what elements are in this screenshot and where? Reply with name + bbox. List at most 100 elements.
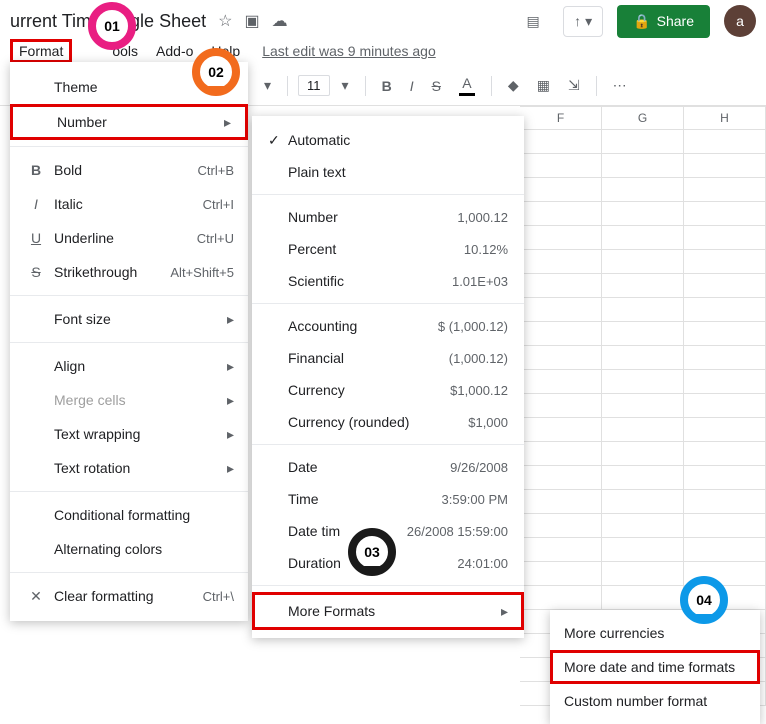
cell[interactable] [602, 562, 684, 586]
nm-more-formats[interactable]: More Formats▸ [252, 592, 524, 630]
menu-bold[interactable]: BBoldCtrl+B [10, 153, 248, 187]
cell[interactable] [684, 466, 766, 490]
nm-number[interactable]: Number1,000.12 [252, 201, 524, 233]
menu-italic[interactable]: IItalicCtrl+I [10, 187, 248, 221]
cell[interactable] [602, 466, 684, 490]
cell[interactable] [520, 370, 602, 394]
last-edit-link[interactable]: Last edit was 9 minutes ago [262, 43, 436, 59]
mm-datetime[interactable]: More date and time formats [550, 650, 760, 684]
nm-accounting[interactable]: Accounting$ (1,000.12) [252, 310, 524, 342]
cell[interactable] [602, 586, 684, 610]
cell[interactable] [602, 130, 684, 154]
cell[interactable] [602, 394, 684, 418]
cell[interactable] [520, 178, 602, 202]
cell[interactable] [684, 418, 766, 442]
cell[interactable] [520, 202, 602, 226]
cell[interactable] [520, 514, 602, 538]
cell[interactable] [684, 538, 766, 562]
cell[interactable] [520, 442, 602, 466]
menu-underline[interactable]: UUnderlineCtrl+U [10, 221, 248, 255]
cell[interactable] [520, 322, 602, 346]
cell[interactable] [520, 490, 602, 514]
cell[interactable] [602, 490, 684, 514]
menu-font-size[interactable]: Font size▸ [10, 302, 248, 336]
cell[interactable] [684, 130, 766, 154]
comments-icon[interactable]: ▤ [517, 5, 549, 37]
menu-number[interactable]: Number ▸ [10, 104, 248, 140]
cell[interactable] [520, 562, 602, 586]
cell[interactable] [520, 274, 602, 298]
nm-plain[interactable]: Plain text [252, 156, 524, 188]
text-color-button[interactable]: A [453, 71, 481, 100]
cell[interactable] [684, 514, 766, 538]
font-size-dropdown[interactable]: ▾ [336, 73, 355, 98]
cell[interactable] [602, 370, 684, 394]
font-size-input[interactable]: 11 [298, 75, 330, 96]
cell[interactable] [520, 130, 602, 154]
nm-date[interactable]: Date9/26/2008 [252, 451, 524, 483]
nm-time[interactable]: Time3:59:00 PM [252, 483, 524, 515]
cell[interactable] [684, 250, 766, 274]
menu-wrap[interactable]: Text wrapping▸ [10, 417, 248, 451]
fill-color-button[interactable]: ◆ [502, 73, 525, 98]
column-header[interactable]: F [520, 106, 602, 130]
column-header[interactable]: H [684, 106, 766, 130]
cell[interactable] [684, 274, 766, 298]
menu-clear[interactable]: ✕Clear formattingCtrl+\ [10, 579, 248, 613]
cell[interactable] [602, 346, 684, 370]
cell[interactable] [684, 298, 766, 322]
cell[interactable] [602, 298, 684, 322]
cell[interactable] [684, 490, 766, 514]
cell[interactable] [520, 346, 602, 370]
menu-format[interactable]: Format [10, 39, 72, 63]
cloud-icon[interactable]: ☁ [272, 11, 288, 31]
cell[interactable] [520, 586, 602, 610]
cell[interactable] [602, 418, 684, 442]
cell[interactable] [602, 154, 684, 178]
bold-button[interactable]: B [376, 74, 398, 98]
cell[interactable] [684, 346, 766, 370]
cell[interactable] [602, 274, 684, 298]
cell[interactable] [602, 178, 684, 202]
cell[interactable] [684, 370, 766, 394]
menu-alternating[interactable]: Alternating colors [10, 532, 248, 566]
font-dropdown[interactable]: ▾ [258, 73, 277, 98]
cell[interactable] [520, 154, 602, 178]
cell[interactable] [520, 226, 602, 250]
cell[interactable] [684, 154, 766, 178]
cell[interactable] [684, 202, 766, 226]
share-button[interactable]: 🔒 Share [617, 5, 710, 38]
cell[interactable] [602, 226, 684, 250]
cell[interactable] [684, 226, 766, 250]
menu-rotation[interactable]: Text rotation▸ [10, 451, 248, 485]
star-icon[interactable]: ☆ [218, 11, 232, 31]
cell[interactable] [602, 322, 684, 346]
cell[interactable] [520, 250, 602, 274]
italic-button[interactable]: I [404, 74, 420, 98]
nm-currency[interactable]: Currency$1,000.12 [252, 374, 524, 406]
present-button[interactable]: ↑ ▾ [563, 6, 603, 37]
mm-custom[interactable]: Custom number format [550, 684, 760, 718]
nm-percent[interactable]: Percent10.12% [252, 233, 524, 265]
column-header[interactable]: G [602, 106, 684, 130]
cell[interactable] [602, 538, 684, 562]
cell[interactable] [602, 250, 684, 274]
cell[interactable] [520, 418, 602, 442]
menu-conditional[interactable]: Conditional formatting [10, 498, 248, 532]
nm-financial[interactable]: Financial(1,000.12) [252, 342, 524, 374]
cell[interactable] [520, 538, 602, 562]
merge-button[interactable]: ⇲ [562, 73, 586, 98]
cell[interactable] [684, 178, 766, 202]
menu-align[interactable]: Align▸ [10, 349, 248, 383]
strike-button[interactable]: S [426, 74, 447, 98]
cell[interactable] [684, 322, 766, 346]
nm-automatic[interactable]: ✓Automatic [252, 124, 524, 156]
cell[interactable] [602, 514, 684, 538]
borders-button[interactable]: ▦ [531, 73, 556, 98]
cell[interactable] [684, 394, 766, 418]
cell[interactable] [602, 202, 684, 226]
nm-currency-r[interactable]: Currency (rounded)$1,000 [252, 406, 524, 438]
cell[interactable] [520, 466, 602, 490]
more-toolbar-icon[interactable]: ⋯ [607, 73, 633, 98]
cell[interactable] [520, 394, 602, 418]
